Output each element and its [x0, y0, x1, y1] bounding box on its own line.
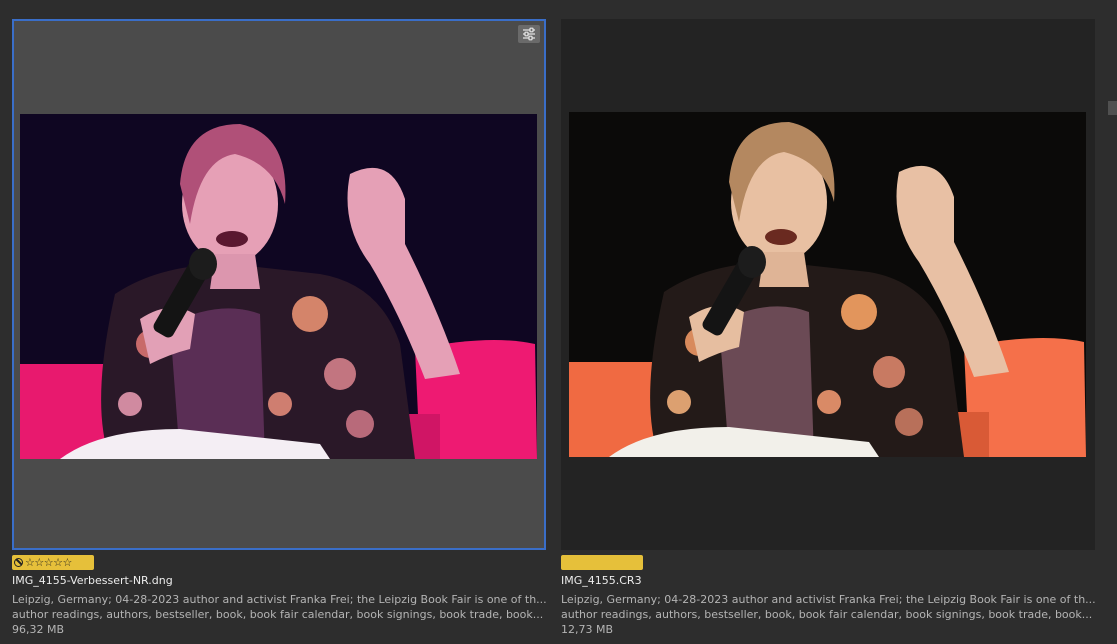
photo-browser: ☆☆☆☆☆ IMG_4155-Verbessert-NR.dng Leipzig…	[0, 0, 1117, 644]
file-name: IMG_4155-Verbessert-NR.dng	[12, 574, 173, 587]
thumbnail-frame[interactable]	[561, 19, 1095, 550]
rating-badge[interactable]: ☆☆☆☆☆	[12, 555, 94, 570]
thumbnail-frame-selected[interactable]	[12, 19, 546, 550]
adjustments-icon[interactable]	[518, 25, 540, 43]
photo-thumbnail[interactable]	[569, 112, 1086, 457]
keywords-text: author readings, authors, bestseller, bo…	[12, 608, 544, 621]
scrollbar-thumb[interactable]	[1108, 101, 1117, 115]
description-text: Leipzig, Germany; 04-28-2023 author and …	[12, 593, 546, 606]
star-rating[interactable]: ☆☆☆☆☆	[25, 556, 72, 569]
file-size: 96,32 MB	[12, 623, 65, 636]
reject-icon[interactable]	[14, 558, 23, 567]
file-size: 12,73 MB	[561, 623, 614, 636]
photo-thumbnail[interactable]	[20, 114, 537, 459]
color-label-badge[interactable]	[561, 555, 643, 570]
thumbnail-card[interactable]: ☆☆☆☆☆ IMG_4155-Verbessert-NR.dng Leipzig…	[12, 0, 546, 644]
file-name: IMG_4155.CR3	[561, 574, 642, 587]
keywords-text: author readings, authors, bestseller, bo…	[561, 608, 1093, 621]
description-text: Leipzig, Germany; 04-28-2023 author and …	[561, 593, 1095, 606]
thumbnail-card[interactable]: IMG_4155.CR3 Leipzig, Germany; 04-28-202…	[561, 0, 1095, 644]
